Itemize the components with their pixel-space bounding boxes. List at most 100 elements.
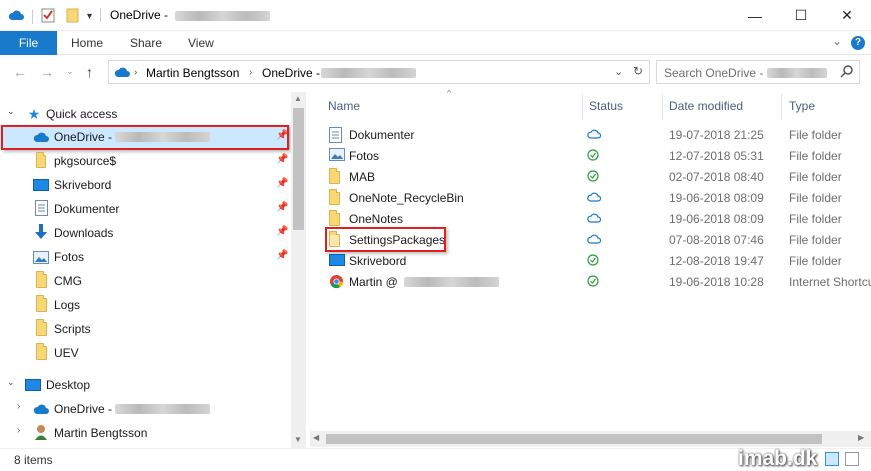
properties-icon[interactable] [41,7,55,26]
collapse-arrow-icon[interactable]: ⌄ [7,377,15,388]
file-name: OneNotes [349,212,404,226]
nav-desktop[interactable]: ⌄ Desktop [0,373,290,397]
documents-icon [329,127,345,143]
column-header-date[interactable]: Date modified [669,99,743,113]
nav-scripts[interactable]: Scripts [0,317,290,341]
file-row[interactable]: OneNote_RecycleBin 19-06-2018 08:09 File… [322,187,871,208]
maximize-button[interactable]: ☐ [778,0,824,31]
desktop-icon [329,254,345,269]
column-divider[interactable] [781,94,782,120]
forward-arrow-icon[interactable]: → [40,64,54,80]
chrome-icon [329,274,345,289]
nav-label-scripts: Scripts [54,322,91,336]
nav-quick-access[interactable]: ⌄ ★ Quick access [0,102,290,126]
desktop-icon [33,177,49,193]
file-name: MAB [349,170,376,184]
tab-home[interactable]: Home [71,36,103,50]
file-type: File folder [789,149,842,163]
file-row[interactable]: OneNotes 19-06-2018 08:09 File folder [322,208,871,229]
up-arrow-icon[interactable]: ↑ [86,64,93,80]
expand-arrow-icon[interactable]: › [17,401,20,412]
address-dropdown-icon[interactable]: ⌄ [614,65,623,78]
file-row[interactable]: Dokumenter 19-07-2018 21:25 File folder [322,124,871,145]
file-name: Martin @ [349,275,398,289]
large-icons-view-icon[interactable] [845,452,859,466]
column-header-status[interactable]: Status [589,99,623,113]
breadcrumb-onedrive[interactable]: OneDrive - [262,66,320,80]
folder-icon [329,189,345,207]
pictures-icon [33,249,49,265]
scroll-up-icon[interactable]: ▲ [294,94,302,103]
nav-logs[interactable]: Logs [0,293,290,317]
nav-downloads[interactable]: Downloads 📌 [0,221,290,245]
item-count: 8 items [14,453,53,467]
refresh-icon[interactable]: ↻ [633,64,643,78]
back-arrow-icon[interactable]: ← [13,64,27,80]
nav-martin-bengtsson[interactable]: › Martin Bengtsson [0,421,290,445]
file-row[interactable]: MAB 02-07-2018 08:40 File folder [322,166,871,187]
file-row[interactable]: Skrivebord 12-08-2018 19:47 File folder [322,250,871,271]
synced-status-icon [587,170,599,185]
nav-label-quick-access: Quick access [46,107,118,121]
file-row[interactable]: Martin @ 19-06-2018 10:28 Internet Short… [322,271,871,292]
folder-icon [33,343,49,361]
nav-scrollbar-thumb[interactable] [293,108,304,230]
ribbon: File Home Share View ⌄ ? [0,31,871,55]
nav-cmg[interactable]: CMG [0,269,290,293]
title-bar: ▾ OneDrive - — ☐ ✕ [0,0,871,31]
pin-icon: 📌 [276,202,289,213]
synced-status-icon [587,275,599,290]
details-view-icon[interactable] [825,452,839,466]
nav-fotos[interactable]: Fotos 📌 [0,245,290,269]
column-divider[interactable] [582,94,583,120]
nav-pkgsource[interactable]: pkgsource$ 📌 [0,149,290,173]
file-name: OneNote_RecycleBin [349,191,464,205]
nav-label-fotos: Fotos [54,250,85,264]
nav-skrivebord[interactable]: Skrivebord 📌 [0,173,290,197]
folder-icon [33,295,49,313]
tab-view[interactable]: View [188,36,214,50]
expand-ribbon-icon[interactable]: ⌄ [832,34,842,48]
cloud-status-icon [587,212,602,226]
file-type: Internet Shortcut [789,275,871,289]
breadcrumb-separator-icon: › [249,67,253,78]
window-title-text: OneDrive - [110,8,169,22]
tab-file[interactable]: File [0,31,57,55]
file-row[interactable]: Fotos 12-07-2018 05:31 File folder [322,145,871,166]
nav-dokumenter[interactable]: Dokumenter 📌 [0,197,290,221]
folder-icon [329,168,345,186]
content-hscrollbar-thumb[interactable] [326,434,822,444]
file-type: File folder [789,233,842,247]
file-date: 19-06-2018 08:09 [669,191,764,205]
close-button[interactable]: ✕ [824,0,870,31]
redacted-account [321,68,416,78]
nav-label-downloads: Downloads [54,226,114,240]
column-divider[interactable] [662,94,663,120]
scroll-left-icon[interactable]: ◀ [313,433,319,442]
quick-access-toolbar: ▾ [8,7,92,26]
file-type: File folder [789,212,842,226]
minimize-button[interactable]: — [732,0,778,31]
nav-label-cmg: CMG [54,274,82,288]
collapse-arrow-icon[interactable]: ⌄ [7,106,15,117]
customize-qat-icon[interactable]: ▾ [87,11,92,22]
column-header-name[interactable]: Name [328,99,360,113]
breadcrumb-martin[interactable]: Martin Bengtsson [146,66,239,80]
search-box[interactable]: Search OneDrive - [656,60,860,84]
nav-uev[interactable]: UEV [0,341,290,365]
recent-locations-icon[interactable]: ⌄ [66,66,74,77]
search-icon[interactable] [840,64,854,81]
expand-arrow-icon[interactable]: › [17,425,20,436]
address-bar[interactable]: › Martin Bengtsson › OneDrive - ⌄ ↻ [108,60,650,84]
share-folder-icon [33,151,49,169]
new-folder-icon[interactable] [65,7,81,26]
help-icon[interactable]: ? [851,36,865,50]
nav-onedrive-desktop[interactable]: › OneDrive - [0,397,290,421]
column-header-type[interactable]: Type [789,99,815,113]
documents-icon [33,200,49,216]
maximize-icon: ☐ [794,7,808,23]
scroll-down-icon[interactable]: ▼ [294,435,302,444]
file-type: File folder [789,128,842,142]
scroll-right-icon[interactable]: ▶ [858,433,864,442]
tab-share[interactable]: Share [130,36,162,50]
